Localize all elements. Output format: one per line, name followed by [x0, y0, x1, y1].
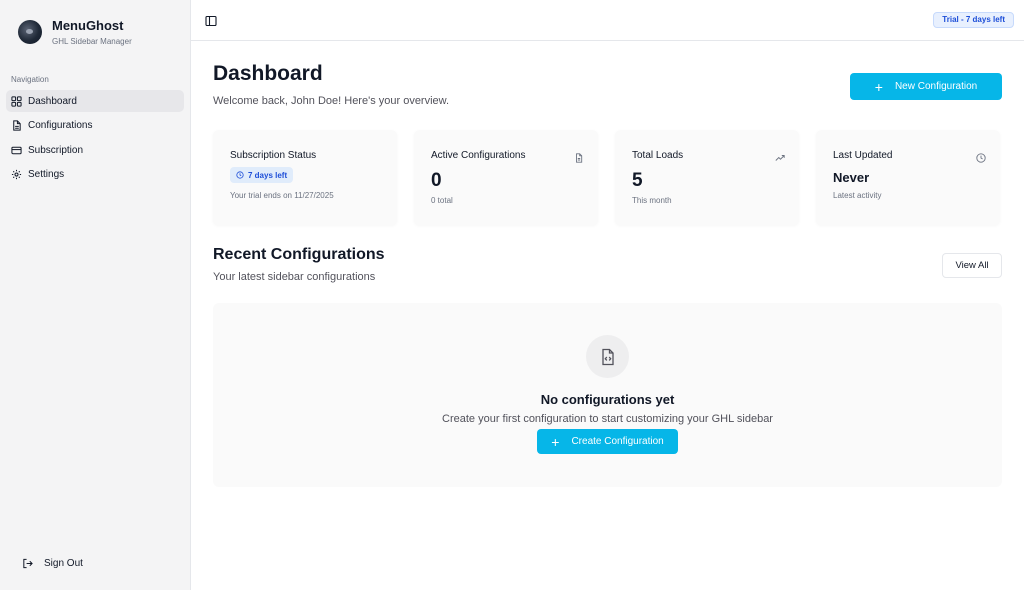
card-value: 5 — [632, 170, 643, 191]
section-title: Recent Configurations — [213, 246, 385, 263]
plus-icon: + — [551, 433, 560, 450]
sidebar-item-subscription[interactable]: Subscription — [6, 139, 184, 161]
sign-out-label: Sign Out — [44, 558, 83, 569]
card-note: Latest activity — [833, 191, 882, 200]
grid-icon — [11, 95, 22, 107]
file-code-icon — [586, 335, 629, 378]
empty-state-title: No configurations yet — [540, 392, 675, 407]
card-title: Total Loads — [632, 150, 684, 161]
status-badge: 7 days left — [230, 167, 294, 183]
create-configuration-button[interactable]: + Create Configuration — [537, 429, 678, 454]
page-title: Dashboard — [213, 62, 323, 85]
card-title: Subscription Status — [230, 150, 317, 161]
card-title: Active Configurations — [431, 150, 526, 161]
sidebar: MenuGhost GHL Sidebar Manager Navigation… — [0, 0, 191, 590]
clock-icon — [236, 171, 244, 179]
sidebar-item-dashboard[interactable]: Dashboard — [6, 90, 184, 112]
subscription-status-card: Subscription Status 7 days left Your tri… — [213, 130, 397, 225]
file-icon — [13, 120, 21, 131]
sidebar-item-label: Subscription — [28, 144, 84, 156]
log-out-icon — [23, 558, 33, 569]
gear-icon — [11, 170, 22, 180]
new-configuration-label: New Configuration — [894, 81, 978, 92]
nav-heading: Navigation — [11, 75, 49, 84]
card-note: 0 total — [431, 196, 453, 205]
card-note: This month — [632, 196, 672, 205]
plus-icon: + — [874, 78, 883, 95]
new-configuration-button[interactable]: + New Configuration — [850, 73, 1002, 100]
sidebar-toggle-button[interactable] — [205, 14, 217, 27]
sidebar-nav: Dashboard Configurations Subscription Se… — [6, 90, 184, 188]
active-configurations-card: Active Configurations 0 0 total — [414, 130, 598, 225]
card-note: Your trial ends on 11/27/2025 — [230, 191, 334, 200]
create-configuration-label: Create Configuration — [571, 436, 664, 447]
sidebar-item-label: Configurations — [28, 120, 93, 132]
sidebar-item-label: Settings — [28, 169, 65, 181]
last-updated-card: Last Updated Never Latest activity — [816, 130, 1000, 225]
sign-out-button[interactable]: Sign Out — [22, 558, 83, 569]
panel-left-icon — [205, 15, 217, 27]
card-value: 0 — [431, 170, 442, 191]
top-bar: Trial - 7 days left — [191, 0, 1024, 41]
brand-name: MenuGhost — [52, 18, 124, 33]
empty-state-panel: No configurations yet Create your first … — [213, 303, 1002, 487]
clock-icon — [976, 150, 986, 163]
section-subtitle: Your latest sidebar configurations — [213, 271, 376, 283]
sidebar-item-configurations[interactable]: Configurations — [6, 115, 184, 137]
file-icon — [574, 150, 584, 163]
trending-up-icon — [775, 150, 785, 161]
card-title: Last Updated — [833, 150, 893, 161]
brand-subtitle: GHL Sidebar Manager — [52, 37, 132, 46]
card-value: Never — [833, 170, 870, 185]
brand[interactable]: MenuGhost GHL Sidebar Manager — [18, 18, 132, 46]
credit-card-icon — [11, 146, 22, 154]
empty-state-subtitle: Create your first configuration to start… — [442, 413, 773, 425]
total-loads-card: Total Loads 5 This month — [615, 130, 799, 225]
status-badge-label: 7 days left — [248, 170, 288, 180]
page-subtitle: Welcome back, John Doe! Here's your over… — [213, 95, 450, 107]
ghost-logo-icon — [18, 20, 42, 44]
sidebar-item-settings[interactable]: Settings — [6, 164, 184, 186]
trial-badge: Trial - 7 days left — [933, 12, 1014, 28]
sidebar-item-label: Dashboard — [28, 95, 77, 107]
view-all-button[interactable]: View All — [942, 253, 1002, 278]
